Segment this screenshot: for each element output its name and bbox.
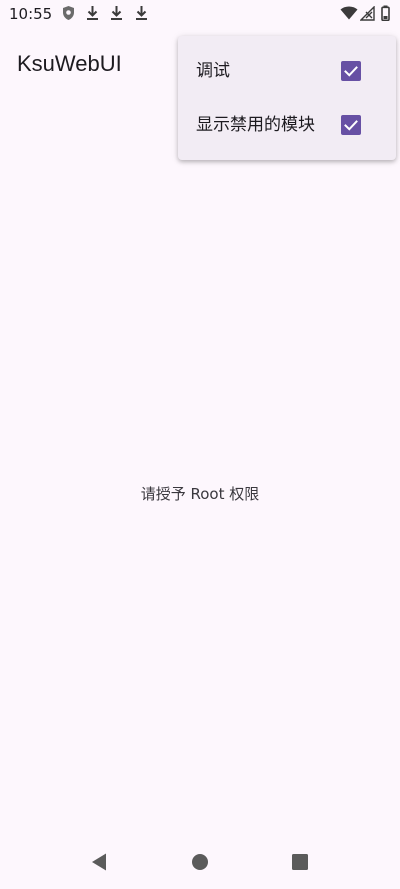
wifi-icon <box>340 6 358 20</box>
navigation-bar <box>0 840 400 889</box>
menu-item-label: 调试 <box>196 61 230 81</box>
menu-item-label: 显示禁用的模块 <box>196 115 315 135</box>
check-icon <box>344 66 358 77</box>
app-title: KsuWebUI <box>17 51 122 76</box>
download-icon <box>110 5 123 21</box>
status-time: 10:55 <box>9 5 53 23</box>
menu-item-show-disabled-modules[interactable]: 显示禁用的模块 <box>178 98 396 152</box>
recents-icon[interactable] <box>291 853 309 871</box>
home-icon[interactable] <box>191 853 209 871</box>
check-icon <box>344 120 358 131</box>
download-icon <box>135 5 148 21</box>
overflow-menu: 调试 显示禁用的模块 <box>178 36 396 160</box>
debug-checkbox[interactable] <box>341 61 361 81</box>
status-bar: 10:55 <box>0 0 400 28</box>
back-icon[interactable] <box>90 852 108 872</box>
show-disabled-modules-checkbox[interactable] <box>341 115 361 135</box>
root-permission-message: 请授予 Root 权限 <box>140 485 260 503</box>
battery-icon <box>381 5 390 21</box>
menu-item-debug[interactable]: 调试 <box>178 44 396 98</box>
shield-icon <box>62 5 75 21</box>
signal-off-icon <box>360 6 375 21</box>
download-icon <box>86 5 99 21</box>
